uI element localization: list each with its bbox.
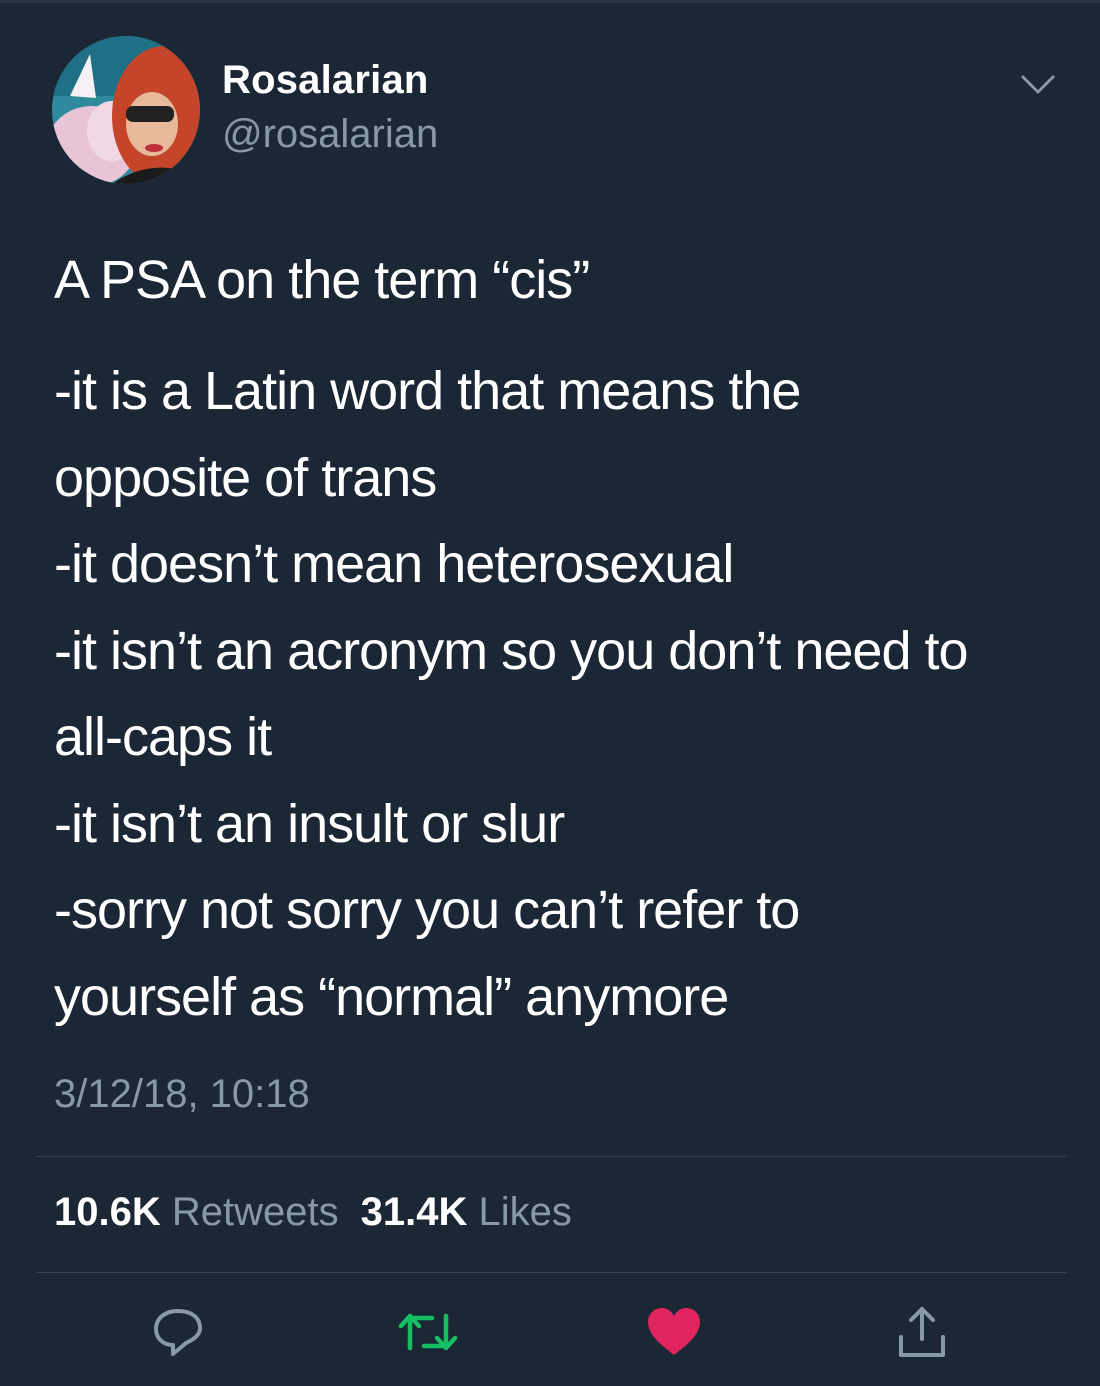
likes-label[interactable]: Likes [479, 1190, 572, 1234]
avatar[interactable] [52, 36, 200, 184]
tweet-line: -it doesn’t mean heterosexual [54, 534, 734, 594]
retweet-button[interactable] [396, 1300, 460, 1364]
tweet-stats: 10.6K Retweets 31.4K Likes [54, 1190, 572, 1235]
tweet-line: yourself as “normal” anymore [54, 966, 729, 1027]
reply-icon [154, 1309, 202, 1356]
chevron-down-icon[interactable] [1020, 74, 1056, 96]
divider [36, 1156, 1066, 1157]
tweet-actions [0, 1300, 1100, 1364]
avatar-image [52, 36, 200, 184]
divider [36, 1272, 1066, 1273]
heart-icon [648, 1308, 700, 1355]
retweets-count[interactable]: 10.6K [54, 1190, 161, 1234]
display-name[interactable]: Rosalarian [222, 58, 429, 103]
tweet-line: all-caps it [54, 707, 272, 767]
tweet-line: -it is a Latin word that means the [54, 361, 801, 421]
tweet-line: -it isn’t an acronym so you don’t need t… [54, 620, 969, 681]
top-border [0, 0, 1100, 3]
like-button[interactable] [642, 1300, 706, 1364]
tweet-line: -sorry not sorry you can’t refer to [54, 880, 800, 940]
share-icon [899, 1307, 945, 1357]
user-handle[interactable]: @rosalarian [222, 112, 438, 157]
reply-button[interactable] [146, 1300, 210, 1364]
tweet-timestamp[interactable]: 3/12/18, 10:18 [54, 1072, 310, 1117]
tweet-line: -it isn’t an insult or slur [54, 793, 565, 854]
likes-count[interactable]: 31.4K [361, 1190, 468, 1234]
tweet-header: Rosalarian @rosalarian [52, 36, 1062, 186]
retweet-icon [398, 1313, 458, 1351]
tweet-line: opposite of trans [54, 447, 437, 508]
tweet-body: -it is a Latin word that means the oppos… [54, 348, 1064, 1040]
retweets-label[interactable]: Retweets [172, 1190, 339, 1234]
share-button[interactable] [890, 1300, 954, 1364]
tweet-title: A PSA on the term “cis” [54, 250, 590, 310]
